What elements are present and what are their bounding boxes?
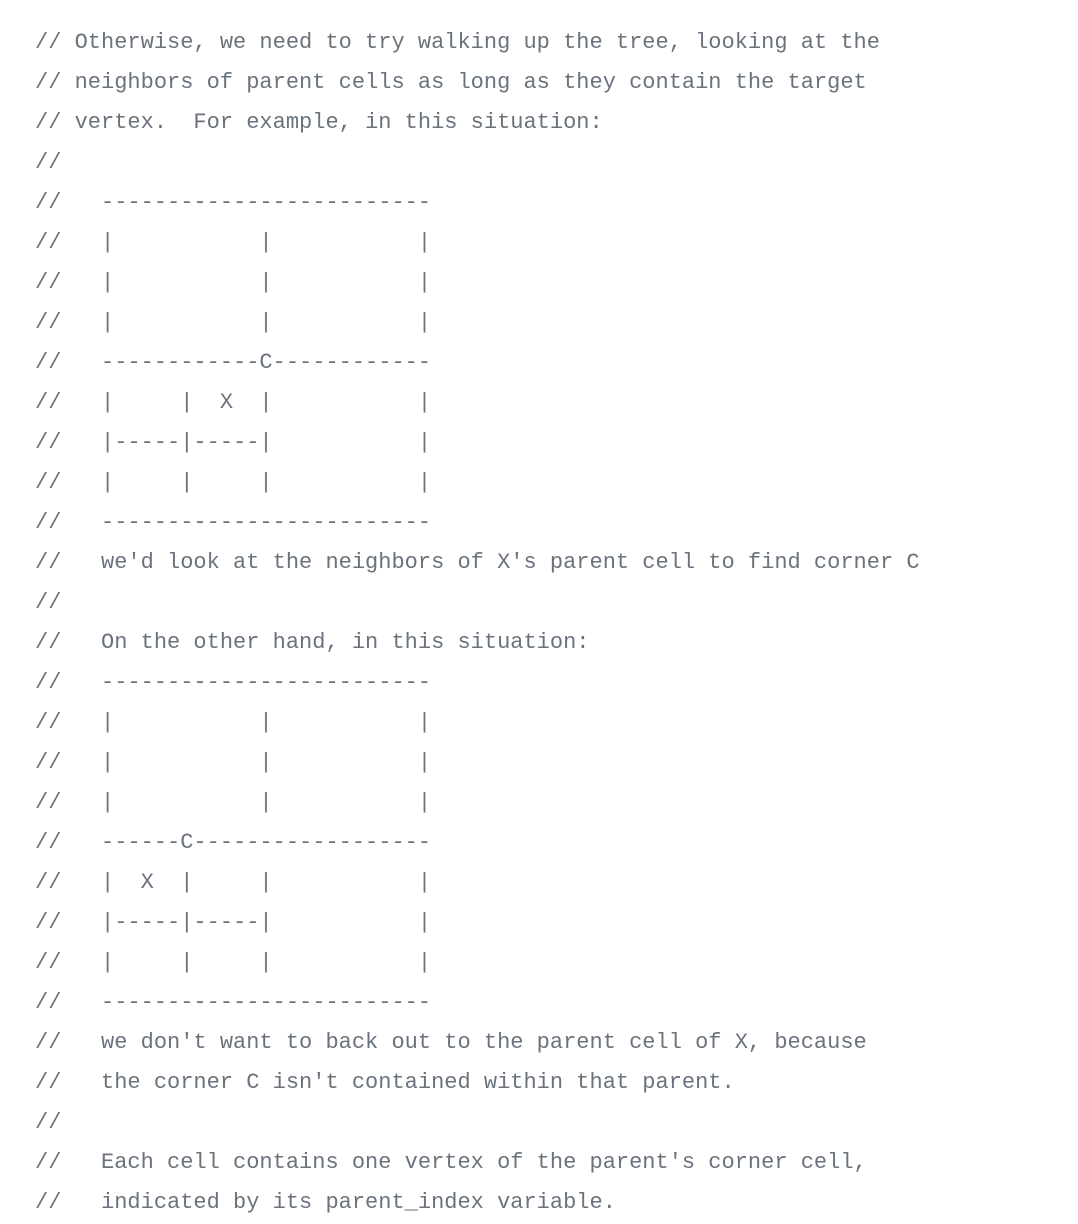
code-line: // ------------------------- [35,190,432,215]
code-line: // Each cell contains one vertex of the … [35,1150,867,1175]
code-line: // | | | [35,750,432,775]
code-line: // vertex. For example, in this situatio… [35,110,603,135]
code-line: // |-----|-----| | [35,910,432,935]
code-line: // | | | [35,710,432,735]
code-block: // Otherwise, we need to try walking up … [35,23,920,1223]
code-line: // | | | [35,310,432,335]
code-line: // |-----|-----| | [35,430,432,455]
code-line: // the corner C isn't contained within t… [35,1070,735,1095]
code-line: // ------------------------- [35,670,432,695]
code-line: // ------------C------------ [35,350,432,375]
code-line: // [35,590,62,615]
code-line: // | | | [35,790,432,815]
code-line: // On the other hand, in this situation: [35,630,590,655]
code-line: // ------------------------- [35,990,432,1015]
code-line: // we'd look at the neighbors of X's par… [35,550,920,575]
code-line: // [35,150,62,175]
code-line: // [35,1110,62,1135]
code-line: // | X | | | [35,870,432,895]
code-line: // ------C------------------ [35,830,432,855]
code-line: // ------------------------- [35,510,432,535]
code-line: // Otherwise, we need to try walking up … [35,30,880,55]
code-line: // | | | [35,230,432,255]
code-line: // we don't want to back out to the pare… [35,1030,867,1055]
code-line: // | | | [35,270,432,295]
code-line: // | | | | [35,950,432,975]
code-line: // neighbors of parent cells as long as … [35,70,867,95]
code-line: // indicated by its parent_index variabl… [35,1190,616,1215]
code-line: // | | | | [35,470,432,495]
code-line: // | | X | | [35,390,432,415]
